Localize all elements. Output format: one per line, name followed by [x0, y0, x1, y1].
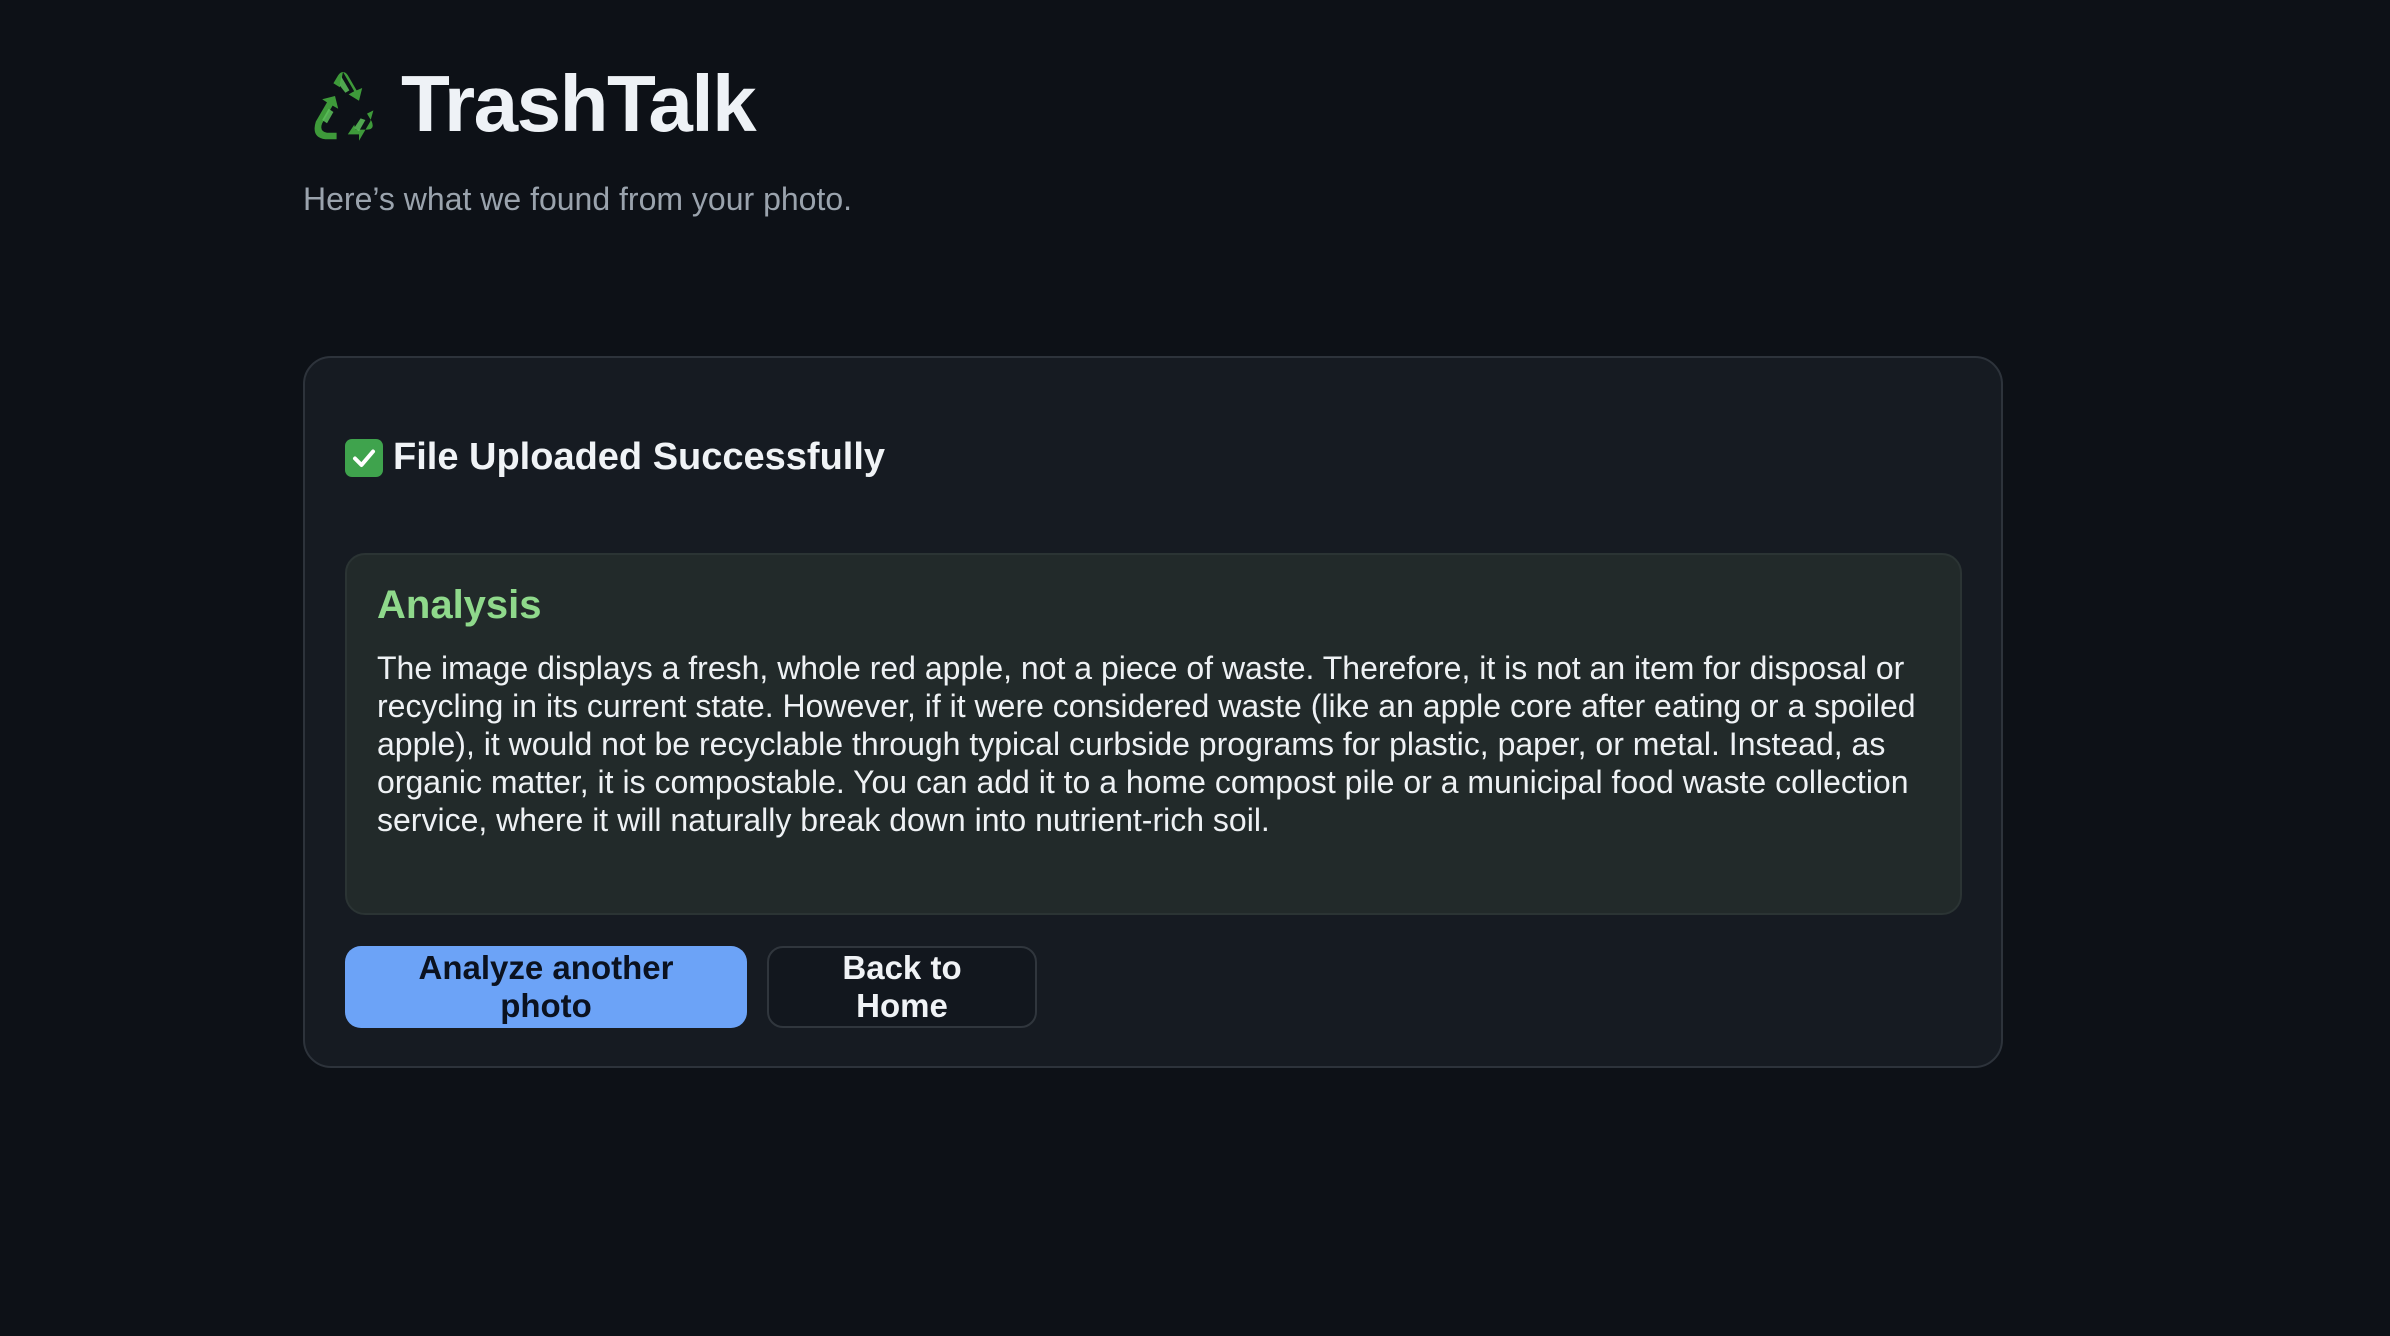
analyze-another-photo-button[interactable]: Analyze another photo: [345, 946, 747, 1028]
check-mark-icon: [345, 438, 383, 477]
action-buttons: Analyze another photo Back to Home: [345, 946, 1037, 1028]
app-title: TrashTalk: [401, 59, 757, 148]
brand: TrashTalk: [303, 56, 852, 152]
analysis-text: The image displays a fresh, whole red ap…: [377, 650, 1916, 838]
analysis-panel: Analysis The image displays a fresh, who…: [345, 553, 1962, 915]
page-subtitle: Here’s what we found from your photo.: [303, 181, 853, 217]
upload-status: File Uploaded Successfully: [345, 436, 885, 479]
recycle-icon: [303, 64, 383, 144]
page-header: TrashTalk Here’s what we found from your…: [303, 56, 852, 218]
back-to-home-button[interactable]: Back to Home: [767, 946, 1037, 1028]
upload-status-text: File Uploaded Successfully: [393, 436, 886, 478]
result-card: File Uploaded Successfully Analysis The …: [303, 356, 2003, 1068]
analysis-heading: Analysis: [377, 583, 542, 627]
